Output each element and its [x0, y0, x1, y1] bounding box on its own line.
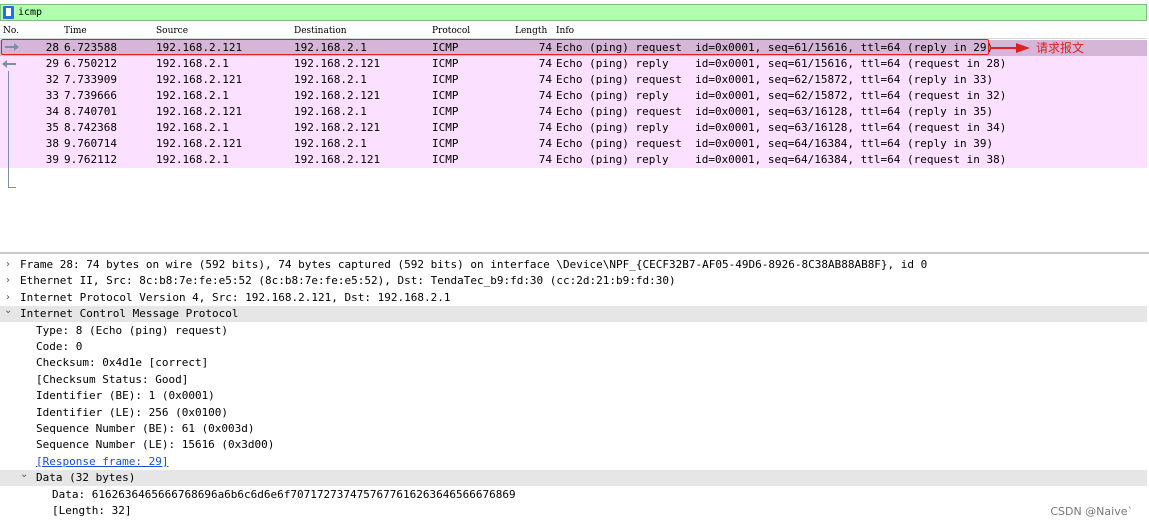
packet-length: 74: [538, 137, 552, 150]
watermark: CSDN @Naive`: [1050, 505, 1133, 518]
tree-item-checksum-status[interactable]: [Checksum Status: Good]: [0, 372, 1147, 388]
tree-item-type[interactable]: Type: 8 (Echo (ping) request): [0, 323, 1147, 339]
chevron-right-icon[interactable]: ›: [6, 273, 10, 289]
packet-row[interactable]: 29 6.750212 192.168.2.1 192.168.2.121 IC…: [0, 56, 1147, 72]
tree-item-sequence-be[interactable]: Sequence Number (BE): 61 (0x003d): [0, 421, 1147, 437]
packet-row[interactable]: 32 7.733909 192.168.2.121 192.168.2.1 IC…: [0, 72, 1147, 88]
packet-length: 74: [538, 73, 552, 86]
tree-item-label: Identifier (LE): 256 (0x0100): [36, 405, 229, 419]
chevron-right-icon[interactable]: ›: [6, 257, 10, 273]
tree-item-checksum[interactable]: Checksum: 0x4d1e [correct]: [0, 355, 1147, 371]
column-source[interactable]: Source: [156, 26, 188, 36]
tree-item-data-value[interactable]: Data: 6162636465666768696a6b6c6d6e6f7071…: [0, 487, 1147, 503]
tree-item-label: Code: 0: [36, 340, 83, 353]
tree-item-label: Data: 6162636465666768696a6b6c6d6e6f7071…: [52, 487, 516, 501]
tree-item-label: [Checksum Status: Good]: [36, 372, 189, 386]
pane-splitter[interactable]: [0, 252, 1149, 254]
column-destination[interactable]: Destination: [294, 26, 347, 36]
response-frame-link[interactable]: [Response frame: 29]: [36, 454, 168, 470]
annotation-label: 请求报文: [1036, 41, 1085, 55]
packet-length: 74: [538, 89, 552, 102]
tree-item-label: [Length: 32]: [52, 504, 132, 517]
conversation-line: [8, 71, 9, 188]
column-info[interactable]: Info: [556, 26, 574, 36]
tree-item-frame[interactable]: › Frame 28: 74 bytes on wire (592 bits),…: [0, 257, 1147, 273]
column-protocol[interactable]: Protocol: [432, 26, 470, 36]
packet-info: Echo (ping) reply id=0x0001, seq=64/1638…: [556, 153, 1007, 166]
filter-input[interactable]: icmp: [18, 7, 42, 18]
packet-row[interactable]: 35 8.742368 192.168.2.1 192.168.2.121 IC…: [0, 120, 1147, 136]
tree-item-data-length[interactable]: [Length: 32]: [0, 503, 1147, 519]
packet-row[interactable]: 39 9.762112 192.168.2.1 192.168.2.121 IC…: [0, 152, 1147, 168]
packet-info: Echo (ping) reply id=0x0001, seq=62/1587…: [556, 89, 1007, 102]
conversation-line-end: [8, 187, 16, 188]
display-filter-bar[interactable]: icmp: [0, 4, 1147, 21]
packet-info: Echo (ping) request id=0x0001, seq=62/15…: [556, 73, 994, 86]
tree-item-ethernet[interactable]: › Ethernet II, Src: 8c:b8:7e:fe:e5:52 (8…: [0, 273, 1147, 289]
packet-row[interactable]: 33 7.739666 192.168.2.1 192.168.2.121 IC…: [0, 88, 1147, 104]
tree-item-label: Sequence Number (LE): 15616 (0x3d00): [36, 438, 275, 452]
packet-details[interactable]: › Frame 28: 74 bytes on wire (592 bits),…: [0, 257, 1147, 526]
tree-item-label: Frame 28: 74 bytes on wire (592 bits), 7…: [20, 258, 928, 271]
tree-item-label: Data (32 bytes): [36, 471, 136, 485]
chevron-down-icon[interactable]: ⌄: [20, 467, 28, 483]
tree-item-label: Type: 8 (Echo (ping) request): [36, 323, 229, 337]
packet-length: 74: [538, 105, 552, 118]
packet-list-header: No. Time Source Destination Protocol Len…: [0, 24, 1147, 39]
tree-item-label: Checksum: 0x4d1e [correct]: [36, 356, 209, 370]
packet-info: Echo (ping) request id=0x0001, seq=63/16…: [556, 105, 994, 118]
tree-item-identifier-le[interactable]: Identifier (LE): 256 (0x0100): [0, 405, 1147, 421]
packet-length: 74: [538, 153, 552, 166]
packet-info: Echo (ping) reply id=0x0001, seq=61/1561…: [556, 57, 1007, 70]
tree-item-identifier-be[interactable]: Identifier (BE): 1 (0x0001): [0, 388, 1147, 404]
packet-list[interactable]: No. Time Source Destination Protocol Len…: [0, 24, 1147, 252]
tree-item-data[interactable]: ⌄ Data (32 bytes): [0, 467, 1147, 487]
packet-length: 74: [538, 57, 552, 70]
tree-item-ip[interactable]: › Internet Protocol Version 4, Src: 192.…: [0, 290, 1147, 306]
packet-row[interactable]: 38 9.760714 192.168.2.121 192.168.2.1 IC…: [0, 136, 1147, 152]
annotation-arrow-icon: [990, 47, 1018, 49]
tree-item-icmp[interactable]: ⌄ Internet Control Message Protocol: [0, 303, 1147, 323]
tree-item-code[interactable]: Code: 0: [0, 339, 1147, 355]
tree-item-label: Ethernet II, Src: 8c:b8:7e:fe:e5:52 (8c:…: [20, 274, 676, 288]
tree-item-label: Identifier (BE): 1 (0x0001): [36, 389, 215, 403]
chevron-down-icon[interactable]: ⌄: [4, 303, 12, 319]
reply-arrow-icon: [2, 60, 16, 68]
tree-item-sequence-le[interactable]: Sequence Number (LE): 15616 (0x3d00): [0, 437, 1147, 453]
packet-info: Echo (ping) reply id=0x0001, seq=63/1612…: [556, 121, 1007, 134]
tree-item-response-frame[interactable]: [Response frame: 29]: [0, 454, 1147, 470]
column-length[interactable]: Length: [515, 26, 547, 36]
packet-info: Echo (ping) request id=0x0001, seq=64/16…: [556, 137, 994, 150]
packet-row[interactable]: 34 8.740701 192.168.2.121 192.168.2.1 IC…: [0, 104, 1147, 120]
tree-item-label: Internet Protocol Version 4, Src: 192.16…: [20, 290, 451, 304]
bookmark-icon[interactable]: [3, 6, 14, 19]
packet-length: 74: [538, 121, 552, 134]
annotation-highlight-box: [1, 39, 989, 55]
annotation-arrowhead-icon: [1016, 43, 1030, 53]
tree-item-label: Internet Control Message Protocol: [20, 307, 239, 321]
column-time[interactable]: Time: [64, 26, 87, 36]
tree-item-label: Sequence Number (BE): 61 (0x003d): [36, 422, 255, 435]
column-no[interactable]: No.: [3, 26, 19, 36]
